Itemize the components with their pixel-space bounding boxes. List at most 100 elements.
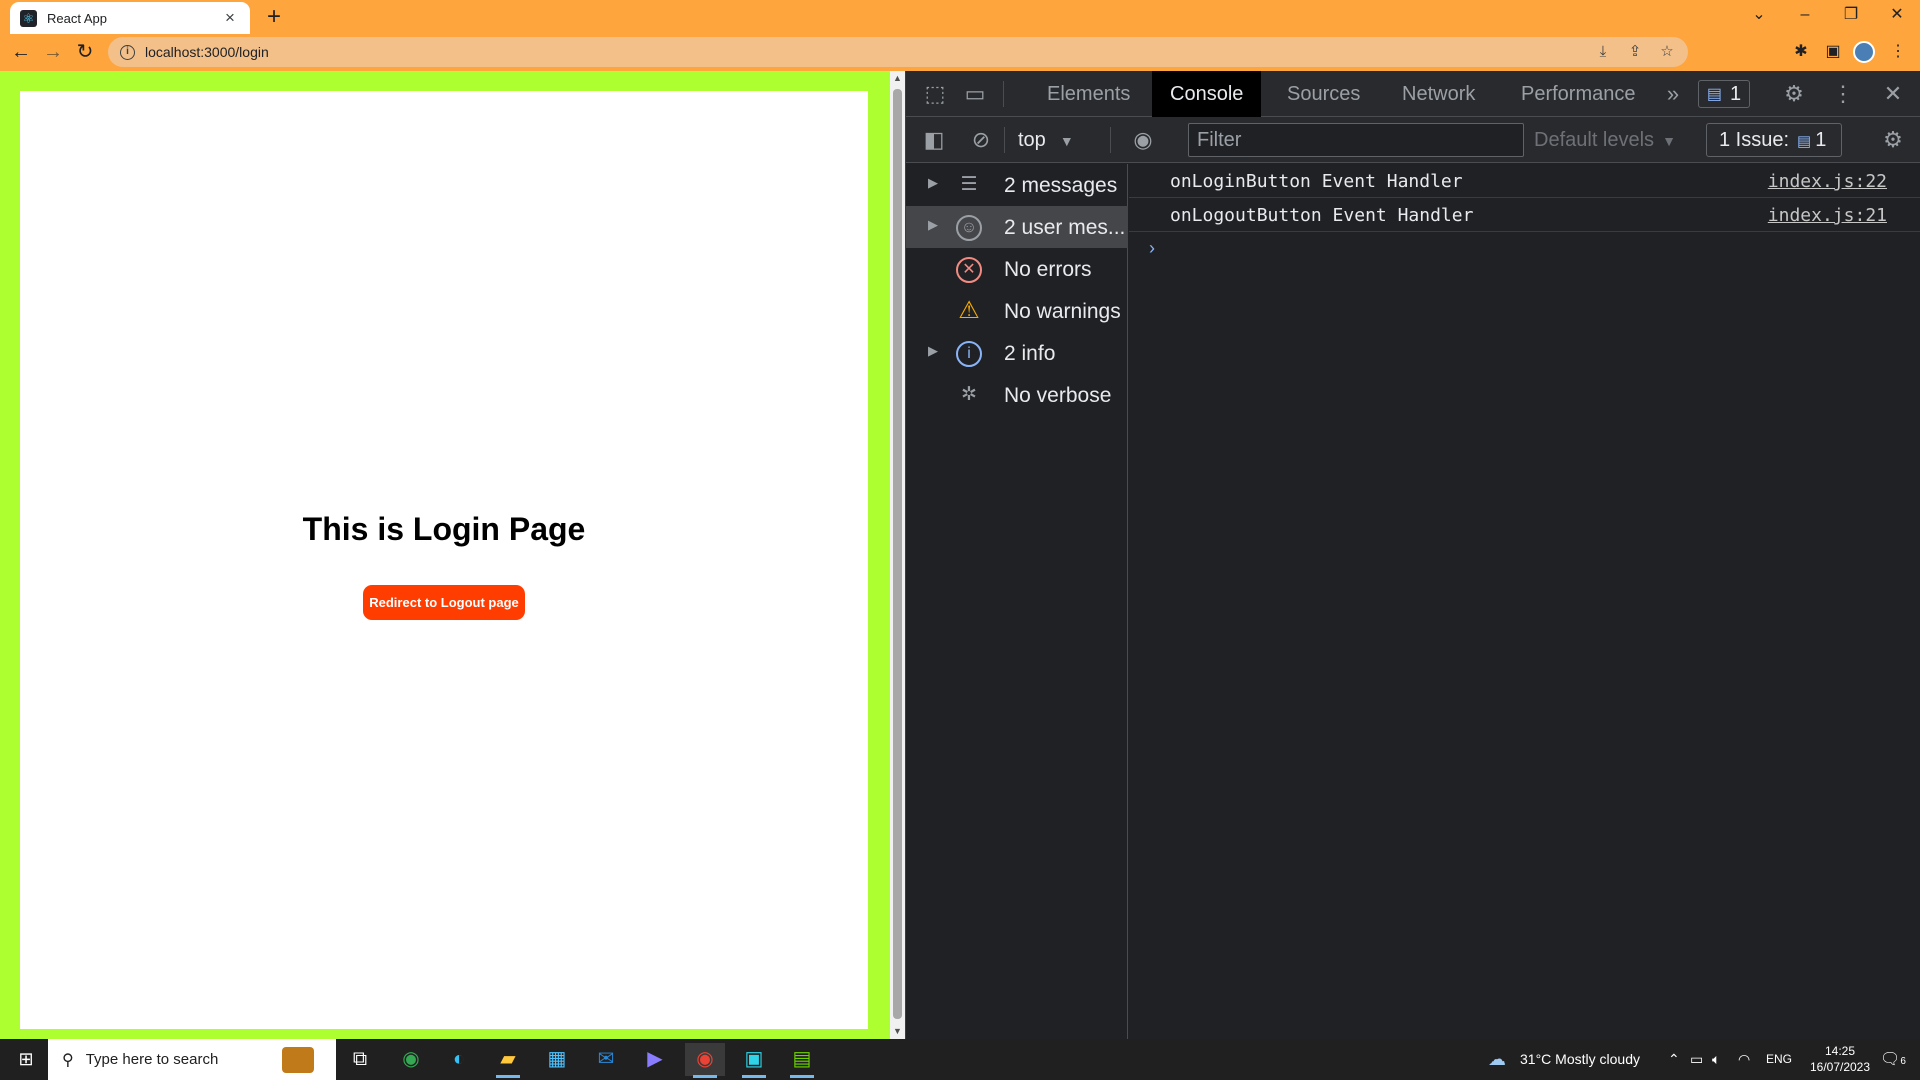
side-panel-icon[interactable]: ▣ <box>1821 40 1845 64</box>
site-info-icon[interactable]: i <box>120 44 135 60</box>
weather-cloud-icon[interactable]: ☁ <box>1488 1039 1506 1080</box>
sidebar-item-info[interactable]: ▶ i 2 info <box>906 332 1128 374</box>
expand-arrow-icon[interactable]: ▶ <box>928 343 938 359</box>
briefcase-icon <box>282 1047 314 1073</box>
inspect-element-icon[interactable]: ⬚ <box>920 79 950 109</box>
avatar[interactable] <box>1853 41 1875 63</box>
minimize-button[interactable]: – <box>1782 0 1828 30</box>
tab-sources[interactable]: Sources <box>1269 71 1378 117</box>
console-prompt-chevron-icon[interactable]: › <box>1149 238 1155 259</box>
menu-icon[interactable]: ⋮ <box>1886 40 1910 64</box>
edge-icon[interactable]: ◐ <box>439 1043 479 1076</box>
media-player-icon[interactable]: ▶ <box>635 1043 675 1076</box>
weather-text[interactable]: 31°C Mostly cloudy <box>1520 1039 1640 1080</box>
redirect-logout-button[interactable]: Redirect to Logout page <box>363 585 525 620</box>
task-view-icon[interactable]: ⧉ <box>340 1043 380 1076</box>
issues-counter[interactable]: ▤ 1 <box>1698 80 1750 108</box>
extensions-icon[interactable]: ✱ <box>1789 40 1813 64</box>
message-text: onLogoutButton Event Handler <box>1170 205 1474 226</box>
message-source-link[interactable]: index.js:21 <box>1768 205 1887 226</box>
show-hidden-icons-chevron-icon[interactable]: ⌃ <box>1668 1039 1680 1080</box>
taskbar-clock[interactable]: 14:25 16/07/2023 <box>1808 1043 1872 1075</box>
tab-console[interactable]: Console <box>1152 71 1262 117</box>
network-icon[interactable]: ▭ <box>1690 1039 1703 1080</box>
log-levels-dropdown[interactable]: Default levels ▼ <box>1534 125 1676 155</box>
tab-search-icon[interactable]: ⌄ <box>1736 0 1782 30</box>
reload-button[interactable]: ↻ <box>71 38 99 66</box>
sidebar-item-label: 2 user mes... <box>1004 216 1126 239</box>
browser-tab[interactable]: ⚛ React App × <box>10 2 250 34</box>
page-scrollbar[interactable]: ▲ ▼ <box>890 71 905 1039</box>
react-icon: ⚛ <box>20 9 37 27</box>
more-tabs-icon[interactable]: » <box>1658 79 1688 109</box>
settings-gear-icon[interactable]: ⚙ <box>1779 79 1809 109</box>
tab-elements[interactable]: Elements <box>1029 71 1148 117</box>
context-selector[interactable]: top ▼ <box>1018 125 1074 155</box>
clear-console-icon[interactable]: ⊘ <box>966 125 996 155</box>
forward-button[interactable]: → <box>39 38 67 66</box>
language-indicator[interactable]: ENG <box>1766 1039 1792 1080</box>
sidebar-item-user-messages[interactable]: ▶ ☺ 2 user mes... <box>906 206 1128 248</box>
warning-icon: ⚠ <box>958 297 980 324</box>
sidebar-item-label: No warnings <box>1004 300 1121 323</box>
live-expression-eye-icon[interactable]: ◉ <box>1128 125 1158 155</box>
sidebar-item-errors[interactable]: ✕ No errors <box>906 248 1128 290</box>
scroll-up-icon[interactable]: ▲ <box>890 71 905 86</box>
clock-date: 16/07/2023 <box>1809 1060 1871 1074</box>
wifi-icon[interactable]: ◠ <box>1738 1039 1750 1080</box>
notepad-icon[interactable]: ▤ <box>782 1043 822 1078</box>
sidebar-toggle-icon[interactable]: ◧ <box>919 125 949 155</box>
chrome-active-icon[interactable]: ◉ <box>685 1043 725 1078</box>
issue-count: 1 <box>1730 82 1742 105</box>
expand-arrow-icon[interactable]: ▶ <box>928 217 938 233</box>
issues-button[interactable]: 1 Issue: ▤ 1 <box>1706 123 1842 157</box>
levels-label: Default levels <box>1534 129 1655 151</box>
close-tab-icon[interactable]: × <box>220 8 240 28</box>
sidebar-item-warnings[interactable]: ⚠ No warnings <box>906 290 1128 332</box>
new-tab-button[interactable]: + <box>260 3 288 31</box>
webstorm-icon[interactable]: ▣ <box>734 1043 774 1078</box>
tab-performance[interactable]: Performance <box>1503 71 1654 117</box>
dropdown-caret-icon: ▼ <box>1059 133 1074 149</box>
chrome-icon[interactable]: ◉ <box>391 1043 431 1076</box>
scroll-down-icon[interactable]: ▼ <box>890 1024 905 1039</box>
volume-icon[interactable]: 🔈︎ <box>1712 1039 1720 1080</box>
bookmark-star-icon[interactable]: ☆ <box>1657 42 1677 62</box>
bug-icon: ✲ <box>961 384 977 405</box>
more-options-icon[interactable]: ⋮ <box>1828 79 1858 109</box>
install-icon[interactable]: ⤓ <box>1593 42 1613 62</box>
chat-icon: ▤ <box>1706 86 1722 103</box>
scroll-thumb[interactable] <box>893 89 902 1019</box>
console-sidebar: ▶ ☰ 2 messages ▶ ☺ 2 user mes... ✕ No er… <box>906 164 1128 1039</box>
address-bar[interactable]: i localhost:3000/login ⤓ ⇪ ☆ <box>108 37 1688 67</box>
close-window-button[interactable]: ✕ <box>1874 0 1920 30</box>
message-source-link[interactable]: index.js:22 <box>1768 171 1887 192</box>
store-icon[interactable]: ▦ <box>537 1043 577 1076</box>
expand-arrow-icon[interactable]: ▶ <box>928 175 938 191</box>
device-toolbar-icon[interactable]: ▭ <box>960 79 990 109</box>
chat-icon: ▤ <box>1797 133 1812 150</box>
close-devtools-icon[interactable]: ✕ <box>1878 79 1908 109</box>
context-value: top <box>1018 129 1046 151</box>
restore-button[interactable]: ❐ <box>1828 0 1874 30</box>
mail-icon[interactable]: ✉ <box>586 1043 626 1076</box>
share-icon[interactable]: ⇪ <box>1625 42 1645 62</box>
file-explorer-icon[interactable]: ▰ <box>488 1043 528 1078</box>
taskbar-search[interactable]: ⚲ Type here to search <box>48 1039 336 1080</box>
running-indicator <box>790 1075 814 1078</box>
running-indicator <box>496 1075 520 1078</box>
sidebar-item-messages[interactable]: ▶ ☰ 2 messages <box>906 164 1128 206</box>
console-settings-gear-icon[interactable]: ⚙ <box>1878 125 1908 155</box>
divider <box>1110 127 1111 153</box>
notifications-count: 6 <box>1900 1056 1906 1067</box>
message-text: onLoginButton Event Handler <box>1170 171 1463 192</box>
windows-start-icon[interactable]: ⊞ <box>6 1039 46 1080</box>
sidebar-item-verbose[interactable]: ✲ No verbose <box>906 374 1128 416</box>
back-button[interactable]: ← <box>7 38 35 66</box>
tab-network[interactable]: Network <box>1384 71 1493 117</box>
filter-input[interactable] <box>1188 123 1524 157</box>
page-viewport: This is Login Page Redirect to Logout pa… <box>0 71 890 1039</box>
tab-title: React App <box>47 10 107 26</box>
notifications-icon[interactable]: 🗨︎6 <box>1880 1039 1906 1080</box>
dropdown-caret-icon: ▼ <box>1662 133 1676 149</box>
